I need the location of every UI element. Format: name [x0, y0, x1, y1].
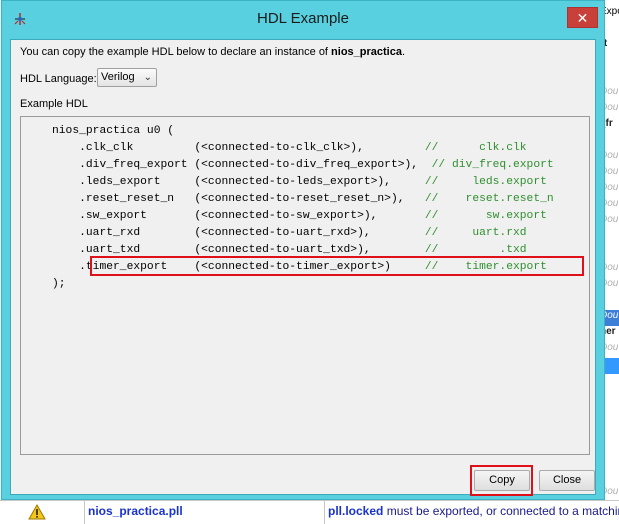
hdl-language-select[interactable]: Verilog ⌄: [97, 68, 157, 87]
column-divider: [324, 501, 325, 524]
hdl-language-label: HDL Language:: [20, 73, 97, 85]
copy-button-highlight: [470, 465, 533, 496]
code-port-line: .clk_clk (<connected-to-clk_clk>), // cl…: [52, 142, 527, 154]
dialog-content: You can copy the example HDL below to de…: [10, 39, 596, 496]
warning-icon: [28, 504, 46, 520]
code-port-line: .uart_rxd (<connected-to-uart_rxd>), // …: [52, 227, 527, 239]
timer-export-highlight: [90, 256, 584, 276]
window-title: HDL Example: [257, 10, 349, 27]
hdl-language-value: Verilog: [101, 71, 135, 83]
title-bar[interactable]: HDL Example ✕: [2, 1, 604, 39]
code-comment: // div_freq.export: [431, 159, 554, 171]
close-window-button[interactable]: ✕: [567, 7, 598, 28]
code-comment: // reset.reset_n: [424, 193, 554, 205]
message-source: nios_practica.pll: [88, 504, 183, 518]
code-port-line: .div_freq_export (<connected-to-div_freq…: [52, 159, 554, 171]
code-port-line: .uart_txd (<connected-to-uart_txd>), // …: [52, 244, 527, 256]
code-comment: // sw.export: [424, 210, 547, 222]
code-footer-line: );: [52, 278, 66, 290]
background-message-row[interactable]: nios_practica.pll pll.locked must be exp…: [0, 500, 619, 524]
code-comment: // uart.rxd: [424, 227, 527, 239]
code-port-line: .sw_export (<connected-to-sw_export>), /…: [52, 210, 547, 222]
code-port-line: .reset_reset_n (<connected-to-reset_rese…: [52, 193, 554, 205]
message-text: pll.locked must be exported, or connecte…: [328, 504, 619, 518]
instance-name: nios_practica: [331, 46, 402, 58]
intro-text: You can copy the example HDL below to de…: [20, 46, 406, 58]
column-divider: [84, 501, 85, 524]
example-hdl-label: Example HDL: [20, 98, 88, 110]
code-comment: // leds.export: [424, 176, 547, 188]
close-button[interactable]: Close: [539, 470, 595, 491]
code-header-line: nios_practica u0 (: [52, 125, 175, 137]
example-hdl-textarea[interactable]: nios_practica u0 ( .clk_clk (<connected-…: [20, 116, 590, 455]
hdl-example-dialog: HDL Example ✕ You can copy the example H…: [1, 0, 605, 500]
code-port-line: .leds_export (<connected-to-leds_export>…: [52, 176, 547, 188]
code-comment: // clk.clk: [424, 142, 527, 154]
chevron-down-icon: ⌄: [143, 72, 152, 83]
code-comment: // .txd: [424, 244, 527, 256]
